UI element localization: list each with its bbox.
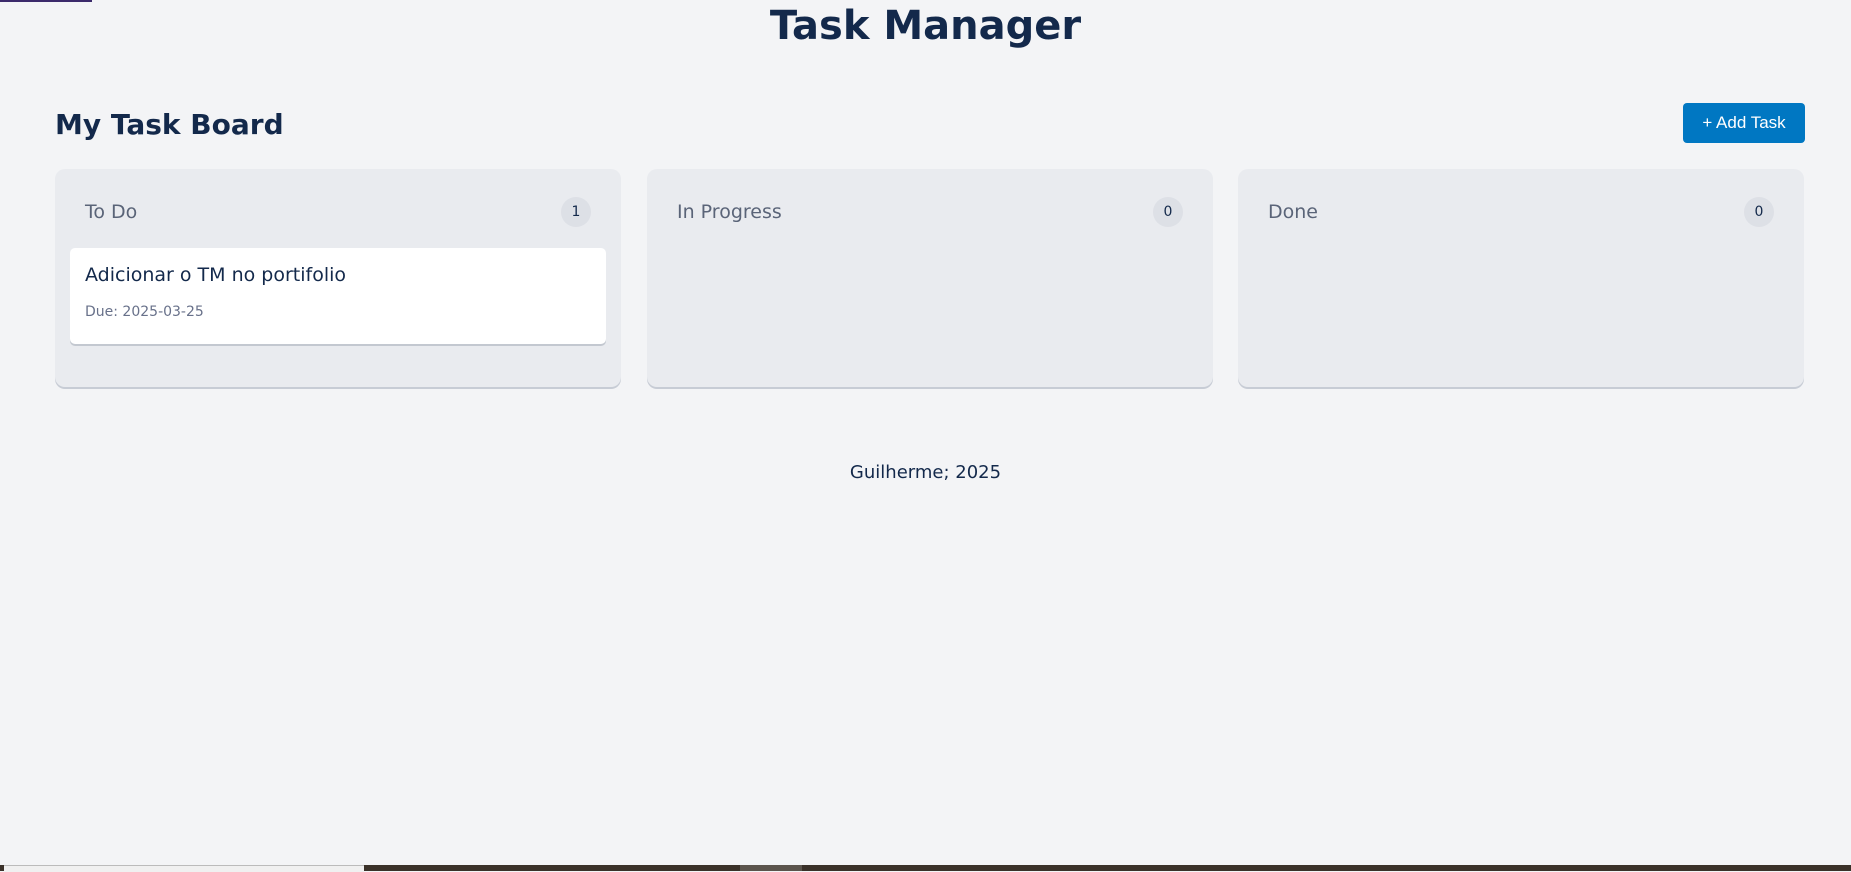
task-count-badge: 0: [1744, 197, 1774, 227]
column-done: Done 0: [1238, 169, 1804, 387]
column-header: In Progress 0: [677, 197, 1183, 227]
task-count-badge: 0: [1153, 197, 1183, 227]
taskbar-app[interactable]: [740, 865, 802, 871]
os-taskbar: [0, 865, 1851, 872]
column-header: Done 0: [1268, 197, 1774, 227]
column-todo: To Do 1 Adicionar o TM no portifolio Due…: [55, 169, 621, 387]
app-title: Task Manager: [769, 3, 1082, 49]
column-title: Done: [1268, 201, 1318, 223]
task-count-badge: 1: [561, 197, 591, 227]
column-header: To Do 1: [85, 197, 591, 227]
task-due-date: Due: 2025-03-25: [85, 304, 204, 320]
column-in-progress: In Progress 0: [647, 169, 1213, 387]
add-task-button[interactable]: + Add Task: [1683, 103, 1805, 143]
task-card[interactable]: Adicionar o TM no portifolio Due: 2025-0…: [70, 248, 606, 344]
footer-text: Guilherme; 2025: [849, 462, 1002, 483]
board-title: My Task Board: [55, 108, 284, 141]
column-title: To Do: [85, 201, 138, 223]
task-title: Adicionar o TM no portifolio: [85, 264, 347, 286]
column-title: In Progress: [677, 201, 782, 223]
